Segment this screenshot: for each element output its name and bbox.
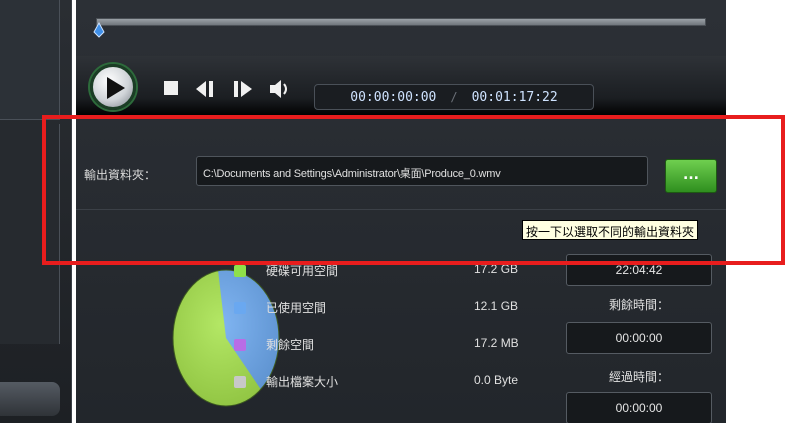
produce-panel: 00:00:00:00 / 00:01:17:22 輸出資料夾： C:\Docu… [76, 0, 726, 423]
next-frame-icon[interactable] [232, 80, 254, 98]
browse-folder-button[interactable]: ... [665, 159, 717, 193]
elapsed-time-label: 經過時間： [608, 370, 669, 384]
browse-tooltip: 按一下以選取不同的輸出資料夾 [522, 220, 699, 240]
total-timecode: 00:01:17:22 [471, 89, 558, 105]
output-path-field[interactable]: C:\Documents and Settings\Administrator\… [196, 156, 648, 186]
left-upper-pane [0, 0, 60, 120]
legend-value: 17.2 MB [474, 336, 519, 350]
legend-label: 已使用空間 [266, 301, 327, 315]
volume-icon[interactable] [268, 78, 292, 100]
output-folder-label: 輸出資料夾： [84, 168, 157, 182]
legend-item: 輸出檔案大小 0.0 Byte [234, 373, 534, 391]
legend-swatch [234, 339, 246, 351]
remaining-time-display: 00:00:00 [566, 322, 712, 354]
legend-item: 硬碟可用空間 17.2 GB [234, 262, 534, 280]
play-icon [107, 77, 125, 99]
legend-value: 17.2 GB [474, 262, 519, 276]
stop-button[interactable] [164, 81, 178, 95]
legend-label: 輸出檔案大小 [266, 375, 339, 389]
legend-label: 剩餘空間 [266, 338, 315, 352]
playhead-marker-icon[interactable] [92, 22, 106, 38]
left-panel [0, 0, 72, 423]
transport-bar: 00:00:00:00 / 00:01:17:22 [76, 56, 726, 116]
timecode-display: 00:00:00:00 / 00:01:17:22 [314, 84, 594, 110]
remaining-time-label: 剩餘時間： [608, 298, 669, 312]
timeline-track[interactable] [96, 18, 706, 26]
elapsed-time-display: 00:00:00 [566, 392, 712, 423]
output-folder-row: 輸出資料夾： C:\Documents and Settings\Adminis… [76, 150, 726, 210]
legend-swatch [234, 376, 246, 388]
current-timecode: 00:00:00:00 [350, 89, 437, 105]
previous-frame-icon[interactable] [194, 80, 216, 98]
left-middle-pane [0, 124, 60, 344]
legend-swatch [234, 265, 246, 277]
legend-item: 已使用空間 12.1 GB [234, 299, 534, 317]
legend-value: 12.1 GB [474, 299, 519, 313]
legend-item: 剩餘空間 17.2 MB [234, 336, 534, 354]
legend-swatch [234, 302, 246, 314]
left-scroll-handle[interactable] [0, 382, 60, 416]
timecode-separator: / [450, 90, 458, 104]
legend-value: 0.0 Byte [474, 373, 519, 387]
play-button[interactable] [90, 64, 136, 110]
clock-display: 22:04:42 [566, 254, 712, 286]
legend-label: 硬碟可用空間 [266, 264, 339, 278]
